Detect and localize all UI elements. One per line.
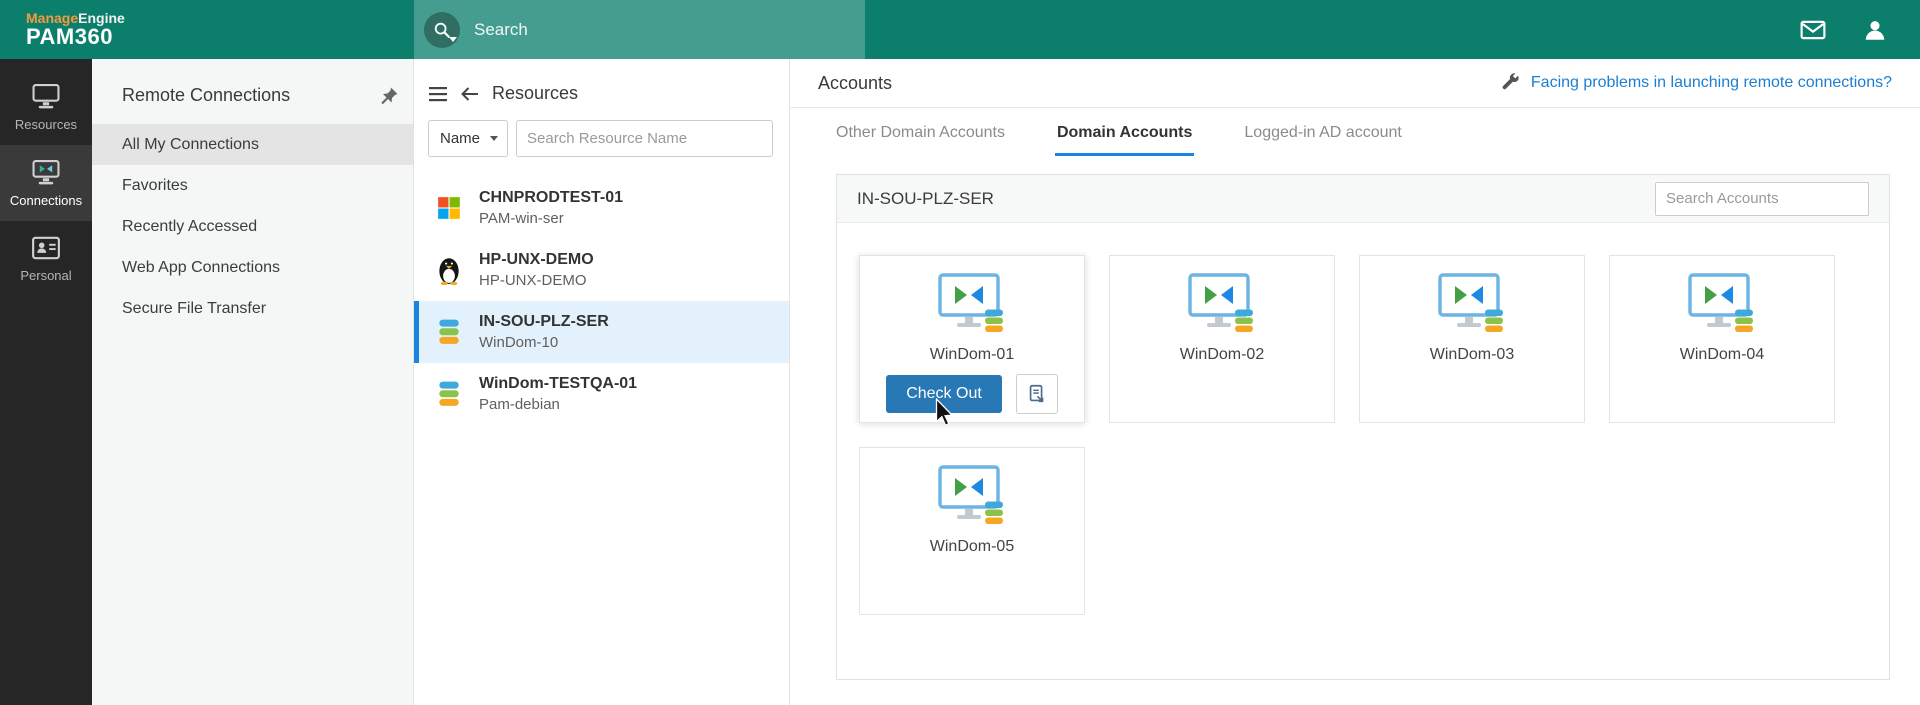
resource-text: HP-UNX-DEMO HP-UNX-DEMO	[479, 251, 594, 289]
nav-item-personal[interactable]: Personal	[0, 221, 92, 297]
connections-item-favorites[interactable]: Favorites	[92, 165, 413, 206]
remote-connections-header: Remote Connections	[92, 59, 413, 124]
collapse-arrow-left-icon[interactable]	[460, 86, 480, 102]
nav-item-label: Connections	[10, 193, 82, 208]
nav-item-connections[interactable]: Connections	[0, 145, 92, 221]
resource-text: CHNPRODTEST-01 PAM-win-ser	[479, 189, 623, 227]
topbar-actions	[1800, 17, 1920, 43]
resource-item-selected[interactable]: IN-SOU-PLZ-SER WinDom-10	[414, 301, 789, 363]
connections-icon	[31, 159, 61, 186]
group-title: IN-SOU-PLZ-SER	[857, 189, 994, 209]
resources-title: Resources	[492, 83, 578, 104]
menu-icon[interactable]	[428, 86, 448, 102]
accounts-tabs: Other Domain Accounts Domain Accounts Lo…	[790, 108, 1920, 156]
connections-list: All My Connections Favorites Recently Ac…	[92, 124, 413, 329]
wrench-icon	[1499, 72, 1521, 94]
mail-icon[interactable]	[1800, 20, 1826, 40]
account-card-actions: Check Out	[886, 374, 1058, 414]
nav-item-label: Resources	[15, 117, 77, 132]
remote-connections-panel: Remote Connections All My Connections Fa…	[92, 59, 414, 705]
nav-item-label: Personal	[20, 268, 71, 283]
personal-badge-icon	[31, 235, 61, 261]
connections-item-recently-accessed[interactable]: Recently Accessed	[92, 206, 413, 247]
resource-description: Pam-debian	[479, 396, 637, 413]
brand-logo: ManageEngine PAM360	[0, 11, 125, 49]
resources-panel: Resources Name CHNPRODTEST-01 PAM-win-se…	[414, 59, 790, 705]
resource-name: HP-UNX-DEMO	[479, 251, 594, 269]
connections-item-secure-file-transfer[interactable]: Secure File Transfer	[92, 288, 413, 329]
accounts-group-box: IN-SOU-PLZ-SER WinDom-01 Check Out	[836, 174, 1890, 680]
resources-header: Resources	[414, 59, 789, 118]
account-name: WinDom-05	[930, 538, 1014, 556]
account-card-windom-04[interactable]: WinDom-04	[1609, 255, 1835, 423]
account-card-windom-05[interactable]: WinDom-05	[859, 447, 1085, 615]
resource-description: HP-UNX-DEMO	[479, 272, 594, 289]
account-card-windom-02[interactable]: WinDom-02	[1109, 255, 1335, 423]
database-stack-icon	[433, 380, 465, 408]
rdp-monitor-icon	[1433, 272, 1511, 336]
brand-manageengine: ManageEngine	[26, 11, 125, 26]
resources-monitor-icon	[31, 83, 61, 110]
tab-logged-in-ad-account[interactable]: Logged-in AD account	[1242, 108, 1403, 156]
resource-filter-value: Name	[440, 130, 480, 147]
resource-text: WinDom-TESTQA-01 Pam-debian	[479, 375, 637, 413]
connections-item-web-app-connections[interactable]: Web App Connections	[92, 247, 413, 288]
account-name: WinDom-02	[1180, 346, 1264, 364]
brand-pam360: PAM360	[26, 25, 125, 48]
connection-details-button[interactable]	[1016, 374, 1058, 414]
rdp-monitor-icon	[1683, 272, 1761, 336]
accounts-title: Accounts	[818, 73, 892, 94]
resource-text: IN-SOU-PLZ-SER WinDom-10	[479, 313, 609, 351]
resource-name: WinDom-TESTQA-01	[479, 375, 637, 393]
topbar: ManageEngine PAM360	[0, 0, 1920, 59]
tab-other-domain-accounts[interactable]: Other Domain Accounts	[834, 108, 1007, 156]
rdp-monitor-icon	[1183, 272, 1261, 336]
resource-search-input[interactable]	[516, 120, 773, 157]
database-stack-icon	[433, 318, 465, 346]
brand-engine-text: Engine	[78, 10, 125, 26]
chevron-down-icon	[449, 37, 457, 42]
resource-item[interactable]: HP-UNX-DEMO HP-UNX-DEMO	[414, 239, 789, 301]
global-search-bar[interactable]	[414, 0, 865, 59]
accounts-header: Accounts Facing problems in launching re…	[790, 59, 1920, 108]
user-profile-icon[interactable]	[1862, 17, 1888, 43]
linux-tux-icon	[433, 255, 465, 285]
account-search-input[interactable]	[1655, 182, 1869, 216]
accounts-group-header: IN-SOU-PLZ-SER	[837, 175, 1889, 223]
resources-filter-row: Name	[414, 118, 789, 169]
windows-icon	[433, 195, 465, 221]
resource-name: CHNPRODTEST-01	[479, 189, 623, 207]
search-scope-button[interactable]	[424, 12, 460, 48]
chevron-down-icon	[490, 136, 498, 141]
connections-item-all-my-connections[interactable]: All My Connections	[92, 124, 413, 165]
nav-rail: Resources Connections Personal	[0, 59, 92, 705]
account-name: WinDom-04	[1680, 346, 1764, 364]
resources-list: CHNPRODTEST-01 PAM-win-ser HP-UNX-DEMO H…	[414, 177, 789, 425]
global-search-input[interactable]	[474, 20, 804, 40]
account-cards-grid: WinDom-01 Check Out WinDom-02 WinDom-03	[837, 223, 1889, 647]
rdp-monitor-icon	[933, 464, 1011, 528]
troubleshoot-link[interactable]: Facing problems in launching remote conn…	[1531, 74, 1892, 92]
account-card-windom-03[interactable]: WinDom-03	[1359, 255, 1585, 423]
accounts-panel: Accounts Facing problems in launching re…	[790, 59, 1920, 705]
account-name: WinDom-03	[1430, 346, 1514, 364]
account-card-windom-01[interactable]: WinDom-01 Check Out	[859, 255, 1085, 423]
resource-item[interactable]: CHNPRODTEST-01 PAM-win-ser	[414, 177, 789, 239]
help-link-group: Facing problems in launching remote conn…	[1499, 72, 1892, 94]
nav-item-resources[interactable]: Resources	[0, 69, 92, 145]
pin-icon[interactable]	[379, 86, 399, 106]
brand-manage-text: Manage	[26, 10, 78, 26]
resource-description: WinDom-10	[479, 334, 609, 351]
document-arrow-icon	[1026, 383, 1048, 405]
main-layout: Resources Connections Personal Remote Co…	[0, 59, 1920, 705]
resource-item[interactable]: WinDom-TESTQA-01 Pam-debian	[414, 363, 789, 425]
check-out-button[interactable]: Check Out	[886, 375, 1002, 413]
resource-name: IN-SOU-PLZ-SER	[479, 313, 609, 331]
resource-filter-select[interactable]: Name	[428, 120, 508, 157]
account-name: WinDom-01	[930, 346, 1014, 364]
resource-description: PAM-win-ser	[479, 210, 623, 227]
remote-connections-title: Remote Connections	[122, 85, 369, 106]
tab-domain-accounts[interactable]: Domain Accounts	[1055, 108, 1194, 156]
rdp-monitor-icon	[933, 272, 1011, 336]
